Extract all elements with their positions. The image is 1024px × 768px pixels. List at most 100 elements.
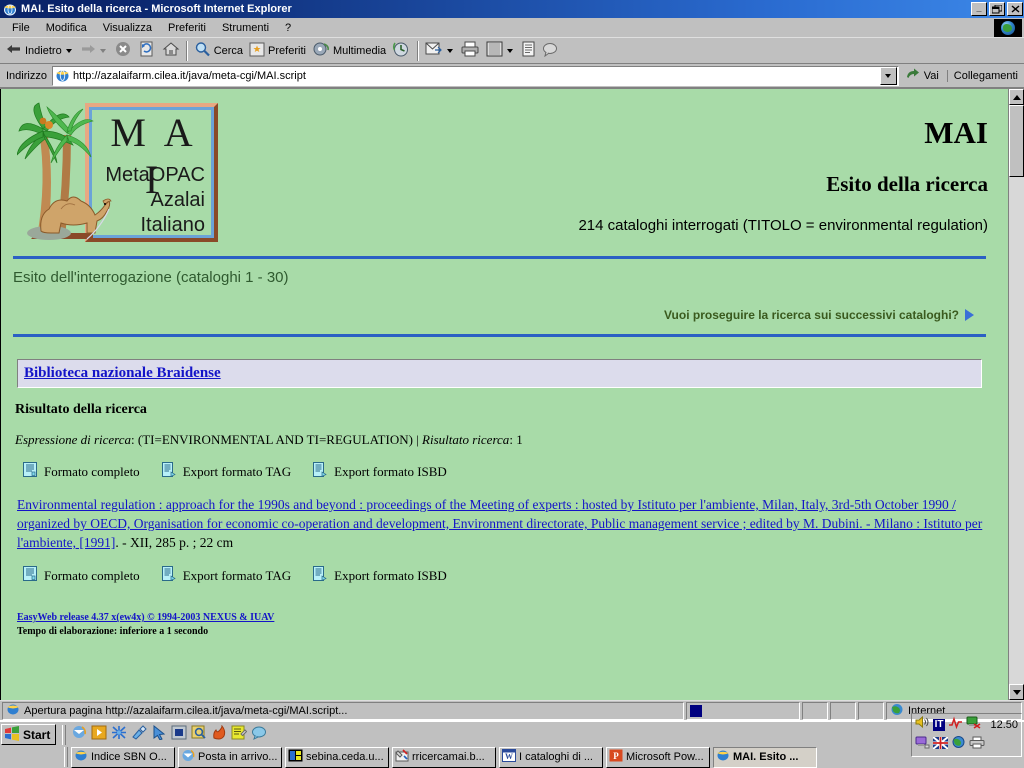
quicklaunch-grip[interactable]: [62, 724, 67, 745]
quicklaunch-notepad-icon[interactable]: [231, 725, 248, 745]
export-isbd-link-top[interactable]: Export formato ISBD: [313, 462, 447, 481]
word-icon: W: [502, 749, 516, 765]
export-icon: [313, 462, 327, 481]
menu-modifica[interactable]: Modifica: [38, 20, 95, 36]
status-bar: Apertura pagina http://azalaifarm.cilea.…: [0, 700, 1024, 720]
history-button[interactable]: [389, 40, 414, 62]
mail-button[interactable]: [422, 40, 458, 62]
taskbar-button-3[interactable]: rricercamai.b...: [392, 746, 496, 768]
mail-icon: [425, 41, 443, 60]
format-links-top: Formato completo Export formato TAG Expo…: [23, 462, 998, 481]
forward-button[interactable]: [77, 40, 111, 62]
library-link[interactable]: Biblioteca nazionale Braidense: [24, 365, 221, 381]
close-button[interactable]: [1007, 2, 1023, 16]
format-completo-link-bottom[interactable]: Formato completo: [23, 566, 140, 585]
export-tag-link-top[interactable]: Export formato TAG: [161, 462, 291, 481]
go-button[interactable]: Vai: [899, 67, 945, 84]
start-button[interactable]: Start: [1, 724, 57, 745]
outlook-icon: [181, 749, 195, 765]
ie-animated-logo: [994, 19, 1022, 37]
restore-button[interactable]: [989, 2, 1005, 16]
favorites-label: Preferiti: [268, 44, 306, 57]
continue-search-label: Vuoi proseguire la ricerca sui successiv…: [663, 308, 959, 322]
result-count-value: 1: [516, 432, 523, 447]
network-disconnected-icon[interactable]: [966, 715, 981, 734]
search-button[interactable]: Cerca: [191, 40, 246, 62]
mail-dropdown-icon[interactable]: [447, 48, 454, 53]
refresh-button[interactable]: [135, 40, 159, 62]
media-button[interactable]: Multimedia: [309, 40, 389, 62]
status-message: Apertura pagina http://azalaifarm.cilea.…: [24, 704, 348, 717]
stop-button[interactable]: [111, 40, 135, 62]
discuss-button[interactable]: [539, 40, 562, 62]
continue-search-link[interactable]: Vuoi proseguire la ricerca sui successiv…: [9, 308, 998, 322]
brand-title: MAI: [924, 115, 988, 150]
globe-icon: [1001, 21, 1015, 35]
vertical-scrollbar[interactable]: [1008, 89, 1024, 700]
format-completo-link-top[interactable]: Formato completo: [23, 462, 140, 481]
favorites-button[interactable]: Preferiti: [246, 40, 309, 62]
quicklaunch-pointer-icon[interactable]: [151, 724, 167, 745]
quicklaunch-outlook-icon[interactable]: [71, 725, 87, 745]
back-button[interactable]: Indietro: [3, 40, 77, 62]
expression-value: (TI=ENVIRONMENTAL AND TI=REGULATION): [137, 432, 413, 447]
record-physical-description: . - XII, 285 p. ; 22 cm: [115, 535, 234, 550]
export-icon: [161, 462, 176, 481]
progress-block: [690, 704, 702, 717]
menu-file[interactable]: File: [4, 20, 38, 36]
quicklaunch-desktop-icon[interactable]: [111, 725, 127, 745]
export-tag-link-bottom[interactable]: Export formato TAG: [161, 566, 291, 585]
clock[interactable]: 12.50: [990, 719, 1018, 731]
address-input[interactable]: http://azalaifarm.cilea.it/java/meta-cgi…: [51, 65, 899, 86]
easyweb-release-link[interactable]: EasyWeb release 4.37 x(ew4x) © 1994-2003…: [17, 612, 274, 623]
taskbar-button-0[interactable]: Indice SBN O...: [71, 746, 175, 768]
go-arrow-icon: [905, 67, 921, 84]
edit-dropdown-icon[interactable]: [507, 48, 514, 53]
edit-button[interactable]: [483, 40, 518, 62]
network-activity-icon[interactable]: [948, 715, 963, 734]
history-icon: [392, 41, 411, 61]
minimize-button[interactable]: _: [971, 2, 987, 16]
quicklaunch-brush-icon[interactable]: [131, 724, 148, 745]
taskbar-button-4[interactable]: W I cataloghi di ...: [499, 746, 603, 768]
home-icon: [162, 40, 180, 61]
taskbar-button-5[interactable]: P Microsoft Pow...: [606, 746, 710, 768]
chat-bubble-icon: [542, 42, 559, 60]
quick-launch-bar: [69, 724, 269, 745]
divider-bottom: [13, 334, 986, 337]
quicklaunch-media-icon[interactable]: [91, 725, 107, 745]
internet-zone-icon: [890, 703, 904, 719]
menu-visualizza[interactable]: Visualizza: [95, 20, 160, 36]
menu-help[interactable]: ?: [277, 20, 299, 36]
back-arrow-icon: [6, 42, 22, 59]
links-button[interactable]: Collegamenti: [946, 69, 1022, 82]
scroll-up-button[interactable]: [1009, 89, 1024, 105]
forward-dropdown-icon[interactable]: [99, 48, 106, 53]
logo-subtitle: MetaOPAC Azalai Italiano: [87, 163, 211, 238]
quicklaunch-firewall-icon[interactable]: [211, 724, 227, 745]
back-dropdown-icon[interactable]: [65, 48, 72, 53]
messenger-button[interactable]: [518, 40, 539, 62]
scroll-thumb[interactable]: [1009, 105, 1024, 177]
address-dropdown-button[interactable]: [879, 66, 897, 85]
page-ie-icon: [55, 69, 70, 83]
volume-icon[interactable]: [915, 715, 930, 734]
result-section-title: Risultato della ricerca: [15, 402, 147, 417]
menu-bar: File Modifica Visualizza Preferiti Strum…: [0, 18, 1024, 38]
export-isbd-link-bottom[interactable]: Export formato ISBD: [313, 566, 447, 585]
language-indicator[interactable]: IT: [932, 718, 946, 731]
quicklaunch-messenger-icon[interactable]: [251, 725, 267, 745]
quicklaunch-search-icon[interactable]: [171, 725, 187, 745]
menu-strumenti[interactable]: Strumenti: [214, 20, 277, 36]
print-button[interactable]: [458, 40, 483, 62]
home-button[interactable]: [159, 40, 183, 62]
scroll-down-button[interactable]: [1009, 684, 1024, 700]
quicklaunch-find-icon[interactable]: [191, 725, 207, 745]
menu-preferiti[interactable]: Preferiti: [160, 20, 214, 36]
taskbar-button-1[interactable]: Posta in arrivo...: [178, 746, 282, 768]
media-icon: [312, 41, 330, 60]
taskbar-grip[interactable]: [64, 747, 68, 767]
scroll-track[interactable]: [1009, 105, 1024, 684]
taskbar-button-6[interactable]: MAI. Esito ...: [713, 746, 817, 768]
taskbar-button-2[interactable]: sebina.ceda.u...: [285, 746, 389, 768]
